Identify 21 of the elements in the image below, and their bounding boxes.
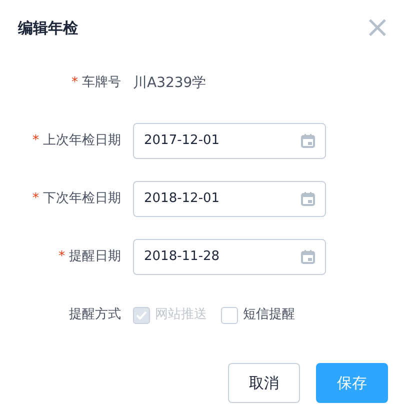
plate-number: 川A3239学 [133,74,206,92]
cancel-button[interactable]: 取消 [228,363,300,403]
required-mark: * [72,75,78,90]
required-mark: * [32,191,39,206]
date-field[interactable]: 2017-12-01 [133,123,326,159]
field-label: 提醒日期 [69,249,121,264]
checkbox-option[interactable]: 短信提醒 [221,305,295,325]
calendar-icon [301,250,315,264]
dialog-title: 编辑年检 [18,18,78,39]
field-label: 车牌号 [82,75,121,90]
field-label: 上次年检日期 [43,133,121,148]
calendar-icon [301,134,315,148]
date-field[interactable]: 2018-12-01 [133,181,326,217]
checkbox[interactable] [221,306,238,324]
calendar-icon [301,192,315,206]
field-label: 下次年检日期 [43,191,121,206]
required-mark: * [32,133,39,148]
required-mark: * [58,249,65,264]
date-field[interactable]: 2018-11-28 [133,239,326,275]
field-label: 提醒方式 [69,307,121,322]
check-icon [136,310,147,320]
